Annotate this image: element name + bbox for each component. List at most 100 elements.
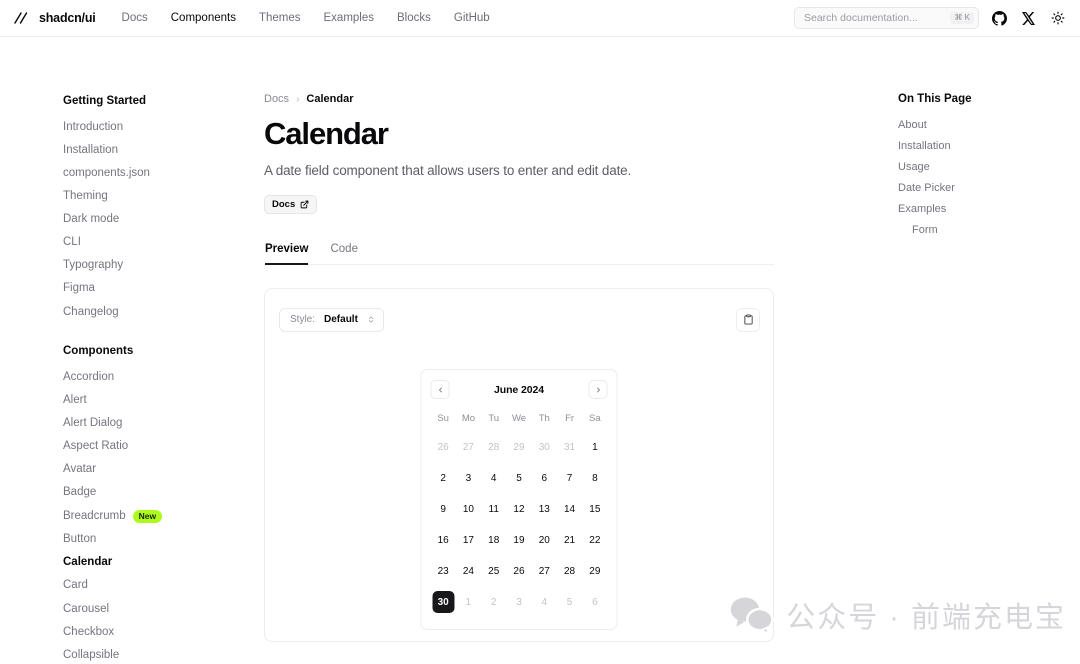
toc-item-examples[interactable]: Examples	[898, 199, 1080, 220]
sidebar-item-alert-dialog[interactable]: Alert Dialog	[63, 412, 200, 435]
calendar-day[interactable]: 19	[506, 525, 531, 556]
calendar-day[interactable]: 24	[456, 556, 481, 587]
calendar-day[interactable]: 4	[532, 587, 557, 618]
toc-item-usage[interactable]: Usage	[898, 157, 1080, 178]
calendar-day[interactable]: 17	[456, 525, 481, 556]
sidebar-item-introduction[interactable]: Introduction	[63, 116, 200, 139]
calendar-day[interactable]: 29	[506, 432, 531, 463]
calendar-day[interactable]: 29	[582, 556, 607, 587]
search-input[interactable]: Search documentation... ⌘ K	[794, 7, 979, 29]
calendar-day[interactable]: 22	[582, 525, 607, 556]
copy-code-button[interactable]	[736, 307, 760, 332]
calendar-day[interactable]: 26	[431, 432, 456, 463]
toc-item-form[interactable]: Form	[898, 220, 1080, 241]
calendar-day-label: 7	[566, 472, 573, 484]
sidebar-item-theming[interactable]: Theming	[63, 185, 200, 208]
sidebar-item-breadcrumb[interactable]: Breadcrumb New	[63, 504, 200, 528]
sidebar-item-accordion[interactable]: Accordion	[63, 366, 200, 389]
calendar-day[interactable]: 7	[557, 463, 582, 494]
calendar-day[interactable]: 3	[506, 587, 531, 618]
sidebar-item-components-json[interactable]: components.json	[63, 162, 200, 185]
sidebar-item-typography[interactable]: Typography	[63, 255, 200, 278]
calendar-day[interactable]: 12	[506, 494, 531, 525]
github-icon[interactable]	[991, 10, 1008, 27]
calendar-day-label: 5	[516, 472, 522, 484]
calendar-day[interactable]: 4	[481, 463, 506, 494]
sidebar-item-card[interactable]: Card	[63, 575, 200, 598]
calendar-day[interactable]: 6	[532, 463, 557, 494]
breadcrumb: Docs › Calendar	[264, 93, 774, 105]
calendar-day[interactable]: 5	[557, 587, 582, 618]
calendar-day-label: 31	[564, 441, 576, 453]
calendar-day[interactable]: 27	[532, 556, 557, 587]
nav-link-github[interactable]: GitHub	[454, 12, 490, 24]
main-nav: Docs Components Themes Examples Blocks G…	[122, 12, 490, 24]
calendar-day[interactable]: 10	[456, 494, 481, 525]
calendar-day-selected[interactable]: 30	[431, 587, 456, 618]
calendar-day-label: 3	[465, 472, 472, 484]
calendar-prev-month-button[interactable]	[430, 380, 450, 400]
nav-link-docs[interactable]: Docs	[122, 12, 148, 24]
calendar-day[interactable]: 11	[481, 494, 506, 525]
theme-sun-icon[interactable]	[1049, 10, 1066, 27]
tab-code[interactable]: Code	[330, 243, 358, 265]
calendar-day[interactable]: 21	[557, 525, 582, 556]
calendar-day[interactable]: 13	[532, 494, 557, 525]
calendar-day[interactable]: 16	[431, 525, 456, 556]
sidebar-item-cli[interactable]: CLI	[63, 231, 200, 254]
calendar-next-month-button[interactable]	[588, 380, 608, 400]
calendar-day[interactable]: 14	[557, 494, 582, 525]
calendar-day[interactable]: 6	[582, 587, 607, 618]
style-select[interactable]: Style: Default	[279, 307, 384, 332]
toc-item-date-picker[interactable]: Date Picker	[898, 178, 1080, 199]
calendar-day[interactable]: 1	[582, 432, 607, 463]
calendar-day[interactable]: 30	[532, 432, 557, 463]
sidebar-item-changelog[interactable]: Changelog	[63, 301, 200, 324]
brand-logo[interactable]: shadcn/ui	[14, 11, 96, 25]
toc-item-about[interactable]: About	[898, 115, 1080, 136]
calendar-day[interactable]: 28	[557, 556, 582, 587]
calendar-day[interactable]: 2	[431, 463, 456, 494]
preview-toolbar: Style: Default	[265, 289, 773, 337]
sidebar-item-collapsible[interactable]: Collapsible	[63, 644, 200, 664]
calendar-day[interactable]: 3	[456, 463, 481, 494]
tab-preview[interactable]: Preview	[265, 243, 309, 265]
nav-link-components[interactable]: Components	[171, 12, 236, 24]
calendar-day[interactable]: 28	[481, 432, 506, 463]
sidebar-item-calendar[interactable]: Calendar	[63, 552, 200, 575]
toc-item-installation[interactable]: Installation	[898, 136, 1080, 157]
calendar-day[interactable]: 25	[481, 556, 506, 587]
nav-link-examples[interactable]: Examples	[324, 12, 375, 24]
sidebar-item-checkbox[interactable]: Checkbox	[63, 621, 200, 644]
sidebar-item-badge[interactable]: Badge	[63, 481, 200, 504]
calendar-day[interactable]: 1	[456, 587, 481, 618]
calendar-day[interactable]: 8	[582, 463, 607, 494]
docs-external-link-button[interactable]: Docs	[264, 194, 318, 214]
weekday-we: We	[511, 412, 527, 424]
sidebar-item-aspect-ratio[interactable]: Aspect Ratio	[63, 435, 200, 458]
sidebar-item-figma[interactable]: Figma	[63, 278, 200, 301]
sidebar-item-dark-mode[interactable]: Dark mode	[63, 208, 200, 231]
breadcrumb-root[interactable]: Docs	[264, 93, 289, 105]
calendar-day[interactable]: 27	[456, 432, 481, 463]
calendar-day[interactable]: 31	[557, 432, 582, 463]
calendar-day-label: 18	[488, 534, 500, 546]
sidebar-item-alert[interactable]: Alert	[63, 389, 200, 412]
sidebar-item-installation[interactable]: Installation	[63, 139, 200, 162]
calendar-day[interactable]: 18	[481, 525, 506, 556]
main-content: Docs › Calendar Calendar A date field co…	[200, 37, 880, 664]
calendar-day[interactable]: 15	[582, 494, 607, 525]
calendar-day[interactable]: 20	[532, 525, 557, 556]
calendar-day[interactable]: 9	[431, 494, 456, 525]
site-header: shadcn/ui Docs Components Themes Example…	[0, 0, 1080, 37]
calendar-day[interactable]: 23	[431, 556, 456, 587]
calendar-day[interactable]: 5	[506, 463, 531, 494]
nav-link-themes[interactable]: Themes	[259, 12, 301, 24]
sidebar-item-avatar[interactable]: Avatar	[63, 458, 200, 481]
sidebar-item-carousel[interactable]: Carousel	[63, 598, 200, 621]
calendar-day[interactable]: 2	[481, 587, 506, 618]
x-twitter-icon[interactable]	[1020, 10, 1037, 27]
sidebar-item-button[interactable]: Button	[63, 529, 200, 552]
calendar-day[interactable]: 26	[506, 556, 531, 587]
nav-link-blocks[interactable]: Blocks	[397, 12, 431, 24]
